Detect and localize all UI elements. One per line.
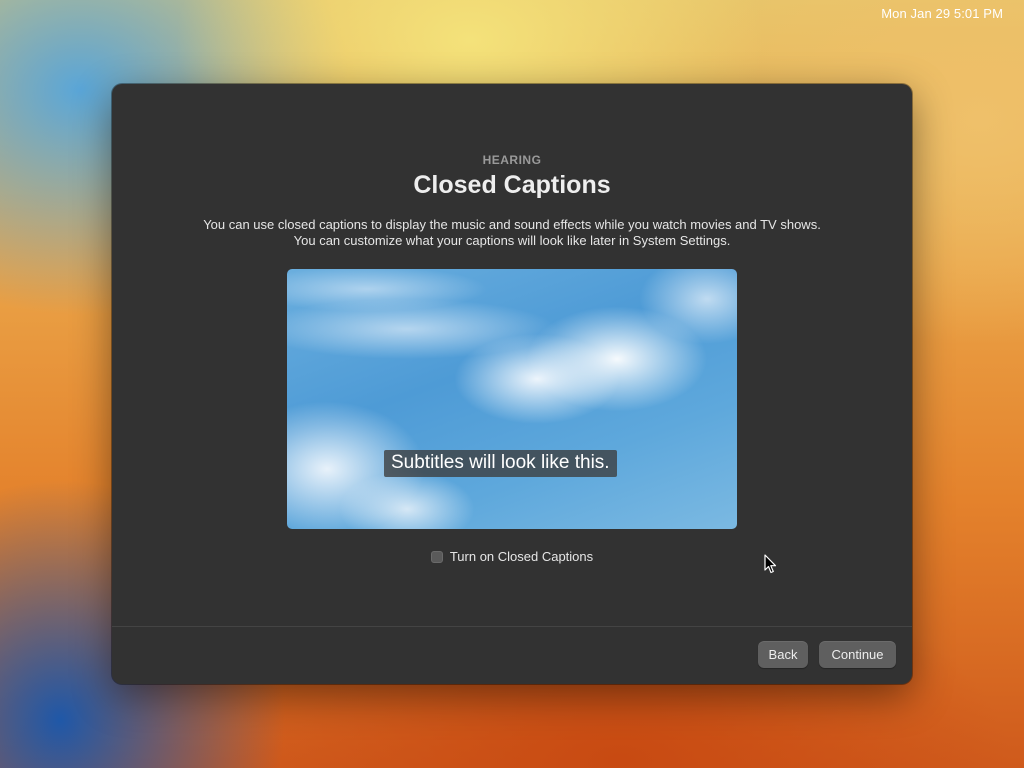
page-title: Closed Captions [413, 171, 611, 199]
back-button[interactable]: Back [758, 641, 808, 668]
setup-assistant-window: HEARING Closed Captions You can use clos… [112, 84, 912, 684]
desktop-wallpaper: Mon Jan 29 5:01 PM HEARING Closed Captio… [0, 0, 1024, 768]
mouse-cursor-icon [764, 554, 777, 574]
caption-preview-image: Subtitles will look like this. [287, 269, 737, 529]
page-description: You can use closed captions to display t… [203, 217, 821, 248]
closed-captions-checkbox-label[interactable]: Turn on Closed Captions [450, 549, 593, 564]
continue-button[interactable]: Continue [819, 641, 896, 668]
closed-captions-checkbox-row[interactable]: Turn on Closed Captions [112, 549, 912, 564]
subtitle-sample: Subtitles will look like this. [384, 450, 617, 477]
closed-captions-checkbox[interactable] [430, 550, 443, 563]
section-eyebrow: HEARING [482, 153, 542, 167]
menubar-clock[interactable]: Mon Jan 29 5:01 PM [881, 6, 1003, 21]
footer-divider [112, 626, 912, 627]
